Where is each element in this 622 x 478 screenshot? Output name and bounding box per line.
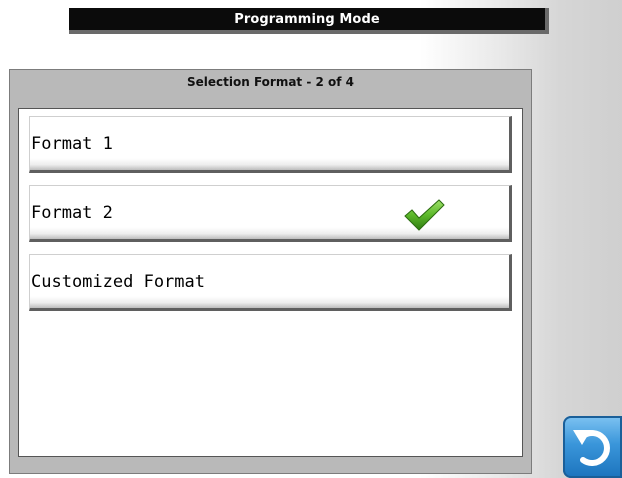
option-format-1-button[interactable]: Format 1 (29, 116, 512, 173)
option-label: Format 2 (31, 202, 113, 223)
back-button[interactable] (563, 416, 622, 478)
page-title: Programming Mode (234, 11, 380, 27)
panel-header: Selection Format - 2 of 4 (10, 70, 531, 94)
checkmark-icon (402, 197, 446, 233)
option-format-2-button[interactable]: Format 2 (29, 185, 512, 242)
title-bar: Programming Mode (69, 8, 549, 34)
panel-title: Selection Format - 2 of 4 (186, 75, 355, 89)
selection-panel: Selection Format - 2 of 4 Format 1 Forma… (9, 69, 532, 474)
option-label: Format 1 (31, 133, 113, 154)
option-label: Customized Format (31, 271, 205, 292)
options-list: Format 1 Format 2 Customized Format (18, 108, 523, 457)
option-customized-format-button[interactable]: Customized Format (29, 254, 512, 311)
